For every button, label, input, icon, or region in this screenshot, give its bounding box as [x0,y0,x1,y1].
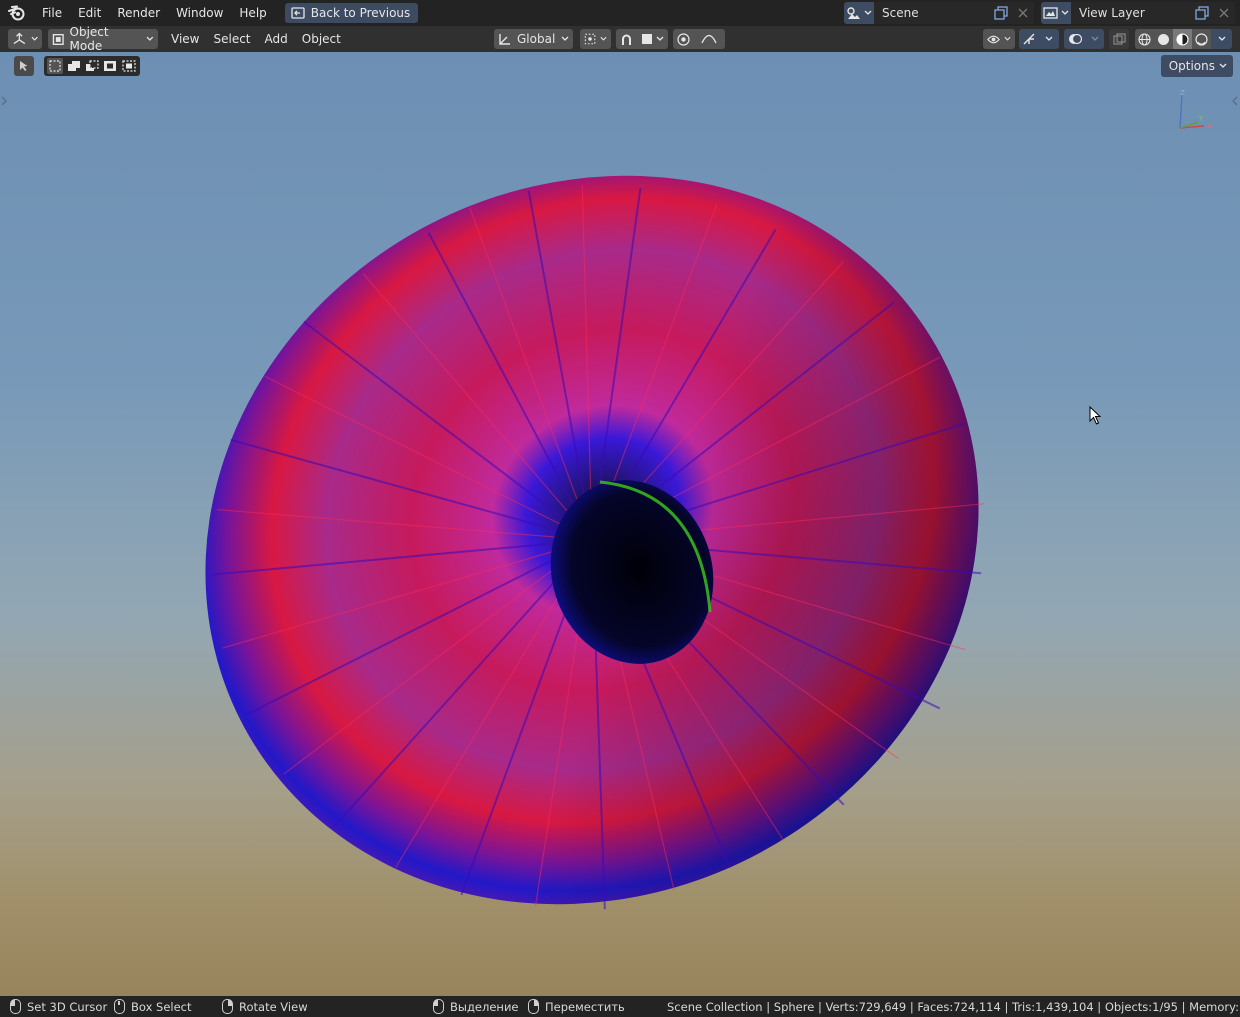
shading-rendered-button[interactable] [1192,29,1211,49]
menu-add[interactable]: Add [258,29,295,49]
xray-toggle[interactable] [1109,29,1129,49]
shading-options-dropdown[interactable] [1211,29,1232,49]
wireframe-sphere-icon [1138,32,1151,46]
solid-sphere-icon [1158,33,1169,45]
object-mode-icon [52,33,64,45]
scene-selector: Scene [844,2,1034,24]
view-layer-browse-button[interactable] [1041,2,1071,24]
pivot-point-dropdown[interactable] [580,29,611,49]
menu-window[interactable]: Window [168,3,231,23]
mouse-pointer-icon [1089,406,1102,425]
delete-view-layer-button[interactable] [1213,2,1235,24]
material-sphere-icon [1176,32,1189,46]
mouse-right-icon [528,999,539,1014]
orientation-label: Global [517,32,556,46]
pivot-point-icon [584,33,596,45]
mouse-left-icon [433,999,444,1014]
object-mode-dropdown[interactable]: Object Mode [48,25,158,53]
chevron-down-icon [561,36,569,41]
shading-solid-button[interactable] [1154,29,1173,49]
chevron-down-icon [31,36,38,41]
shading-wireframe-button[interactable] [1135,29,1154,49]
close-icon [1018,8,1028,18]
close-icon [1219,8,1229,18]
mouse-right-icon [222,999,233,1014]
back-to-previous-label: Back to Previous [310,6,411,20]
new-scene-button[interactable] [990,2,1012,24]
proportional-falloff-dropdown[interactable] [693,29,725,49]
status-box-select: Box Select [114,999,192,1014]
view-layer-name-field[interactable]: View Layer [1071,2,1191,24]
snap-toggle[interactable] [616,29,636,49]
menu-help[interactable]: Help [231,3,274,23]
chevron-down-icon [1091,36,1099,41]
scene-browse-button[interactable] [844,2,874,24]
rendered-sphere-icon [1195,32,1208,46]
status-set-3d-cursor: Set 3D Cursor [10,999,107,1014]
editor-type-button[interactable] [8,29,42,49]
iris-disc-object[interactable] [0,52,1240,996]
overlays-toggle[interactable] [1064,29,1086,49]
transform-orientation-dropdown[interactable]: Global [494,29,573,49]
menu-object[interactable]: Object [295,29,348,49]
duplicate-icon [994,6,1008,20]
status-bar: Set 3D Cursor Box Select Rotate View Выд… [0,996,1240,1017]
status-move: Переместить [528,999,625,1014]
scene-icon [847,7,860,19]
top-menu-bar: File Edit Render Window Help Back to Pre… [0,0,1240,26]
back-screen-icon [291,7,305,19]
menu-select[interactable]: Select [206,29,257,49]
snap-increment-icon [641,34,652,44]
eye-icon [987,35,1000,43]
view-layer-selector: View Layer [1041,2,1235,24]
chevron-down-icon [1061,10,1069,15]
menu-file[interactable]: File [34,3,70,23]
proportional-editing-toggle[interactable] [673,29,693,49]
menu-edit[interactable]: Edit [70,3,109,23]
scene-statistics: Scene Collection | Sphere | Verts:729,64… [667,999,1240,1014]
overlays-icon [1069,33,1082,45]
status-set-3d-cursor-label: Set 3D Cursor [27,999,108,1014]
status-box-select-label: Box Select [131,999,192,1014]
status-rotate-view: Rotate View [222,999,308,1014]
editor-3d-view-icon [13,32,26,45]
mouse-middle-icon [114,999,125,1014]
orientation-global-icon [499,33,510,45]
xray-icon [1112,32,1126,45]
chevron-down-icon [1004,36,1011,41]
status-rotate-view-label: Rotate View [239,999,308,1014]
snap-target-dropdown[interactable] [636,29,668,49]
viewport-header: Object Mode View Select Add Object Globa… [0,25,1240,53]
chevron-down-icon [146,36,154,41]
status-move-label: Переместить [545,999,625,1014]
view-layer-icon [1043,7,1058,19]
chevron-down-icon [656,36,663,41]
mouse-left-icon [10,999,21,1014]
gizmo-icon [1023,33,1035,45]
chevron-down-icon [1045,36,1053,41]
proportional-edit-icon [676,32,690,46]
chevron-down-icon [864,10,872,15]
delete-scene-button[interactable] [1012,2,1034,24]
shading-material-button[interactable] [1173,29,1192,49]
status-selection: Выделение [433,999,519,1014]
chevron-down-icon [1218,36,1225,41]
overlays-dropdown[interactable] [1086,29,1104,49]
gizmo-dropdown[interactable] [1039,29,1059,49]
falloff-curve-icon [701,34,717,44]
3d-viewport[interactable]: Options Z Y X [0,52,1240,996]
magnet-icon [621,34,631,45]
menu-view[interactable]: View [164,29,206,49]
object-mode-label: Object Mode [69,25,109,53]
duplicate-icon [1195,6,1209,20]
blender-logo-icon[interactable] [0,0,34,26]
object-visibility-dropdown[interactable] [983,29,1015,49]
new-view-layer-button[interactable] [1191,2,1213,24]
status-selection-label: Выделение [450,999,519,1014]
menu-render[interactable]: Render [109,3,168,23]
gizmo-toggle[interactable] [1019,29,1039,49]
chevron-down-icon [600,36,607,41]
back-to-previous-button[interactable]: Back to Previous [284,3,419,23]
scene-name-field[interactable]: Scene [874,2,990,24]
